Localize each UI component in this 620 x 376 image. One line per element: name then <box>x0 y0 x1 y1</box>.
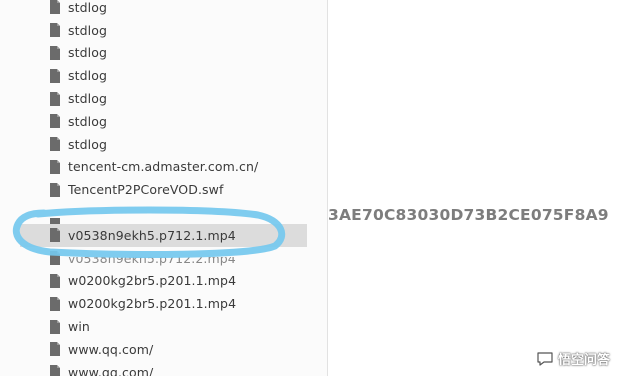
chat-bubble-icon <box>537 351 553 366</box>
file-row[interactable]: stdlog <box>0 133 327 156</box>
file-icon <box>50 23 60 38</box>
file-row[interactable]: win <box>0 315 327 338</box>
file-row[interactable]: stdlog <box>0 64 327 87</box>
file-icon <box>50 319 60 334</box>
file-icon <box>50 159 60 174</box>
file-list: stdlog stdlog stdlog stdlog stdlog stdlog stdl… <box>0 0 327 376</box>
file-name: stdlog <box>68 91 108 107</box>
file-name: stdlog <box>68 0 108 15</box>
file-name: tencent-cm.admaster.com.cn/ <box>68 159 259 175</box>
file-name: v0538n9ekh5.p712.2.mp4 <box>68 250 236 266</box>
file-row[interactable]: w0200kg2br5.p201.1.mp4 <box>0 270 327 293</box>
watermark-text: 悟空问答 <box>557 353 610 368</box>
hash-value-text: 3AE70C83030D73B2CE075F8A9 <box>328 206 609 224</box>
file-row[interactable] <box>0 201 327 224</box>
file-name: w0200kg2br5.p201.1.mp4 <box>68 296 237 312</box>
file-name: stdlog <box>68 45 108 61</box>
file-name: v0538n9ekh5.p712.1.mp4 <box>68 227 236 243</box>
file-icon <box>50 91 60 106</box>
file-name: stdlog <box>68 22 108 38</box>
file-row[interactable]: www.qq.com/ <box>0 338 327 361</box>
watermark: 悟空问答 <box>536 349 610 368</box>
file-icon <box>50 342 60 357</box>
file-icon <box>50 251 60 266</box>
file-row[interactable]: stdlog <box>0 87 327 110</box>
file-icon <box>50 45 60 60</box>
file-name: TencentP2PCoreVOD.swf <box>68 182 224 198</box>
file-name: stdlog <box>68 136 108 152</box>
file-icon <box>50 0 60 15</box>
file-list-panel: stdlog stdlog stdlog stdlog stdlog stdlog stdl… <box>0 0 328 376</box>
file-icon <box>50 296 60 311</box>
file-row[interactable]: w0200kg2br5.p201.1.mp4 <box>0 292 327 315</box>
file-row[interactable]: stdlog <box>0 42 327 65</box>
file-name: w0200kg2br5.p201.1.mp4 <box>68 273 237 289</box>
file-icon <box>50 273 60 288</box>
file-row[interactable]: stdlog <box>0 110 327 133</box>
file-icon <box>50 228 60 243</box>
file-icon <box>50 137 60 152</box>
file-name: win <box>68 319 90 335</box>
file-name: www.qq.com/ <box>68 341 154 357</box>
file-row[interactable]: stdlog <box>0 19 327 42</box>
file-icon <box>50 365 60 376</box>
file-row[interactable]: www.qq.com/ <box>0 361 327 376</box>
file-row-selected[interactable]: v0538n9ekh5.p712.1.mp4 <box>20 223 307 247</box>
file-name: stdlog <box>68 113 108 129</box>
file-name: stdlog <box>68 68 108 84</box>
file-icon <box>50 114 60 129</box>
file-row[interactable]: stdlog <box>0 0 327 19</box>
file-row[interactable]: TencentP2PCoreVOD.swf <box>0 178 327 201</box>
file-row[interactable]: tencent-cm.admaster.com.cn/ <box>0 156 327 179</box>
file-icon <box>50 68 60 83</box>
file-icon <box>50 182 60 197</box>
file-row[interactable]: v0538n9ekh5.p712.2.mp4 <box>0 247 327 270</box>
file-name: www.qq.com/ <box>68 364 154 376</box>
